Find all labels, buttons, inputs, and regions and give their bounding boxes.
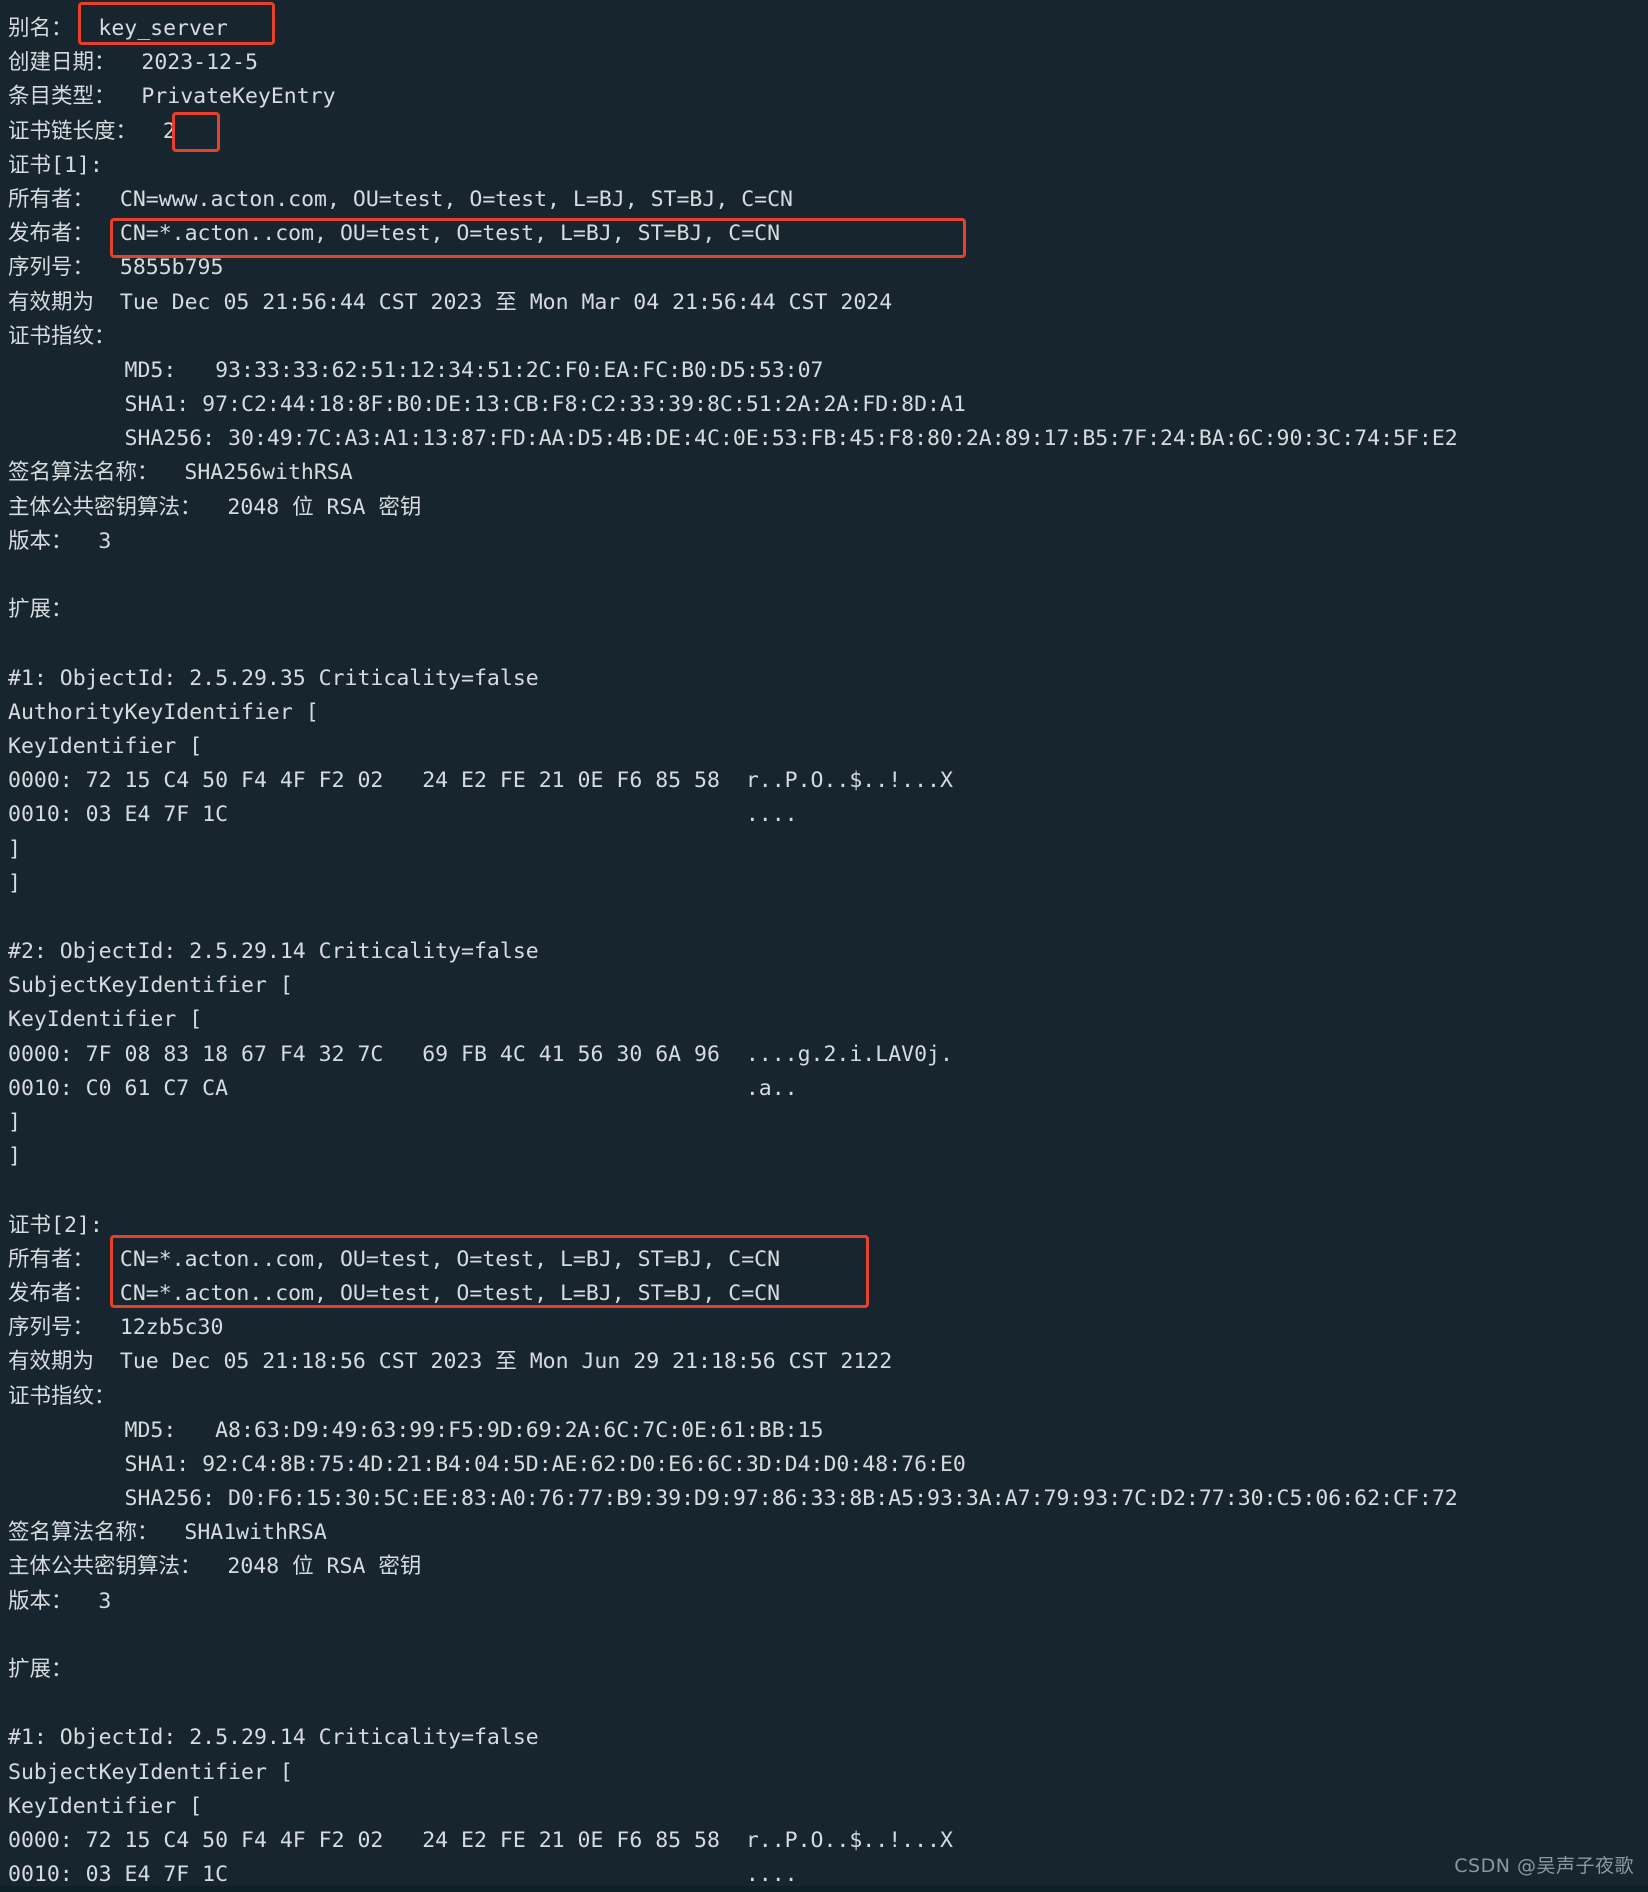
terminal-line: 证书[2]:: [8, 1212, 103, 1238]
terminal-line: #1: ObjectId: 2.5.29.35 Criticality=fals…: [8, 665, 539, 691]
terminal-line: 证书链长度： 2: [8, 118, 176, 144]
terminal-line: 发布者： CN=*.acton..com, OU=test, O=test, L…: [8, 1280, 781, 1306]
terminal-line: 条目类型： PrivateKeyEntry: [8, 84, 336, 110]
terminal-line: 别名： key_server: [8, 16, 228, 41]
terminal-line: 发布者： CN=*.acton..com, OU=test, O=test, L…: [8, 221, 781, 247]
terminal-line: KeyIdentifier [: [8, 733, 203, 759]
terminal-line: 所有者： CN=www.acton.com, OU=test, O=test, …: [8, 186, 793, 212]
terminal-line: 0010: C0 61 C7 CA .a..: [8, 1075, 798, 1101]
terminal-line: 签名算法名称： SHA1withRSA: [8, 1520, 327, 1546]
terminal-line: 证书指纹：: [8, 1383, 116, 1409]
terminal-line: ]: [8, 870, 21, 896]
terminal-line: 证书[1]:: [8, 152, 103, 178]
terminal-line: MD5: 93:33:33:62:51:12:34:51:2C:F0:EA:FC…: [8, 357, 824, 383]
terminal-line: 0010: 03 E4 7F 1C ....: [8, 1862, 798, 1888]
terminal-line: 序列号： 5855b795: [8, 255, 224, 281]
terminal-line: 0010: 03 E4 7F 1C ....: [8, 802, 798, 828]
terminal-line: 0000: 72 15 C4 50 F4 4F F2 02 24 E2 FE 2…: [8, 768, 953, 794]
terminal-line: SHA1: 97:C2:44:18:8F:B0:DE:13:CB:F8:C2:3…: [8, 392, 966, 418]
terminal-line: 序列号： 12zb5c30: [8, 1315, 224, 1341]
terminal-line: KeyIdentifier [: [8, 1007, 203, 1033]
terminal-line: SHA256: D0:F6:15:30:5C:EE:83:A0:76:77:B9…: [8, 1486, 1458, 1512]
terminal-line: 所有者： CN=*.acton..com, OU=test, O=test, L…: [8, 1246, 781, 1272]
terminal-line: MD5: A8:63:D9:49:63:99:F5:9D:69:2A:6C:7C…: [8, 1417, 824, 1443]
terminal-line: SubjectKeyIdentifier [: [8, 973, 293, 999]
terminal-line: 创建日期： 2023-12-5: [8, 50, 258, 76]
terminal-line: ]: [8, 1144, 21, 1170]
terminal-line: 有效期为 Tue Dec 05 21:18:56 CST 2023 至 Mon …: [8, 1349, 893, 1375]
terminal-line: 主体公共密钥算法： 2048 位 RSA 密钥: [8, 494, 422, 520]
terminal-line: 扩展：: [8, 1657, 73, 1682]
terminal-line: #2: ObjectId: 2.5.29.14 Criticality=fals…: [8, 939, 539, 965]
terminal-line: 有效期为 Tue Dec 05 21:56:44 CST 2023 至 Mon …: [8, 289, 893, 315]
terminal-line: SHA256: 30:49:7C:A3:A1:13:87:FD:AA:D5:4B…: [8, 426, 1458, 452]
terminal-line: ]: [8, 1110, 21, 1135]
terminal-output: 别名： key_server 创建日期： 2023-12-5 条目类型： Priva…: [0, 0, 1648, 1887]
terminal-line: 0000: 72 15 C4 50 F4 4F F2 02 24 E2 FE 2…: [8, 1827, 953, 1853]
terminal-line: 版本： 3: [8, 1588, 112, 1614]
terminal-line: ]: [8, 836, 21, 862]
terminal-line: 版本： 3: [8, 528, 112, 554]
terminal-line: KeyIdentifier [: [8, 1793, 203, 1819]
terminal-line: SHA1: 92:C4:8B:75:4D:21:B4:04:5D:AE:62:D…: [8, 1451, 966, 1477]
terminal-line: AuthorityKeyIdentifier [: [8, 699, 319, 725]
terminal-line: 签名算法名称： SHA256withRSA: [8, 460, 353, 486]
terminal-line: 0000: 7F 08 83 18 67 F4 32 7C 69 FB 4C 4…: [8, 1041, 953, 1067]
terminal-line: SubjectKeyIdentifier [: [8, 1759, 293, 1785]
terminal-line: 主体公共密钥算法： 2048 位 RSA 密钥: [8, 1554, 422, 1580]
watermark: CSDN @吴声子夜歌: [1454, 1855, 1634, 1877]
terminal-line: 扩展：: [8, 597, 73, 623]
terminal-line: 证书指纹：: [8, 323, 116, 349]
terminal-line: #1: ObjectId: 2.5.29.14 Criticality=fals…: [8, 1725, 539, 1751]
